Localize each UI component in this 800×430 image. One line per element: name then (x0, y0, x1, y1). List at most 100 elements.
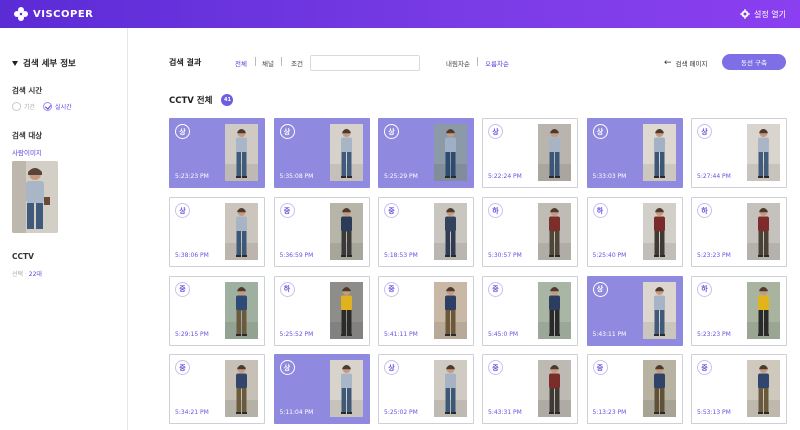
match-grade-badge: 상 (384, 124, 399, 139)
match-grade-badge: 중 (175, 281, 190, 297)
match-grade-badge: 중 (384, 203, 399, 218)
person-thumbnail (225, 281, 258, 339)
capture-time: 5:34:21 PM (175, 409, 209, 416)
capture-time: 5:25:02 PM (384, 409, 418, 416)
result-card[interactable]: 상 5:35:08 PM (273, 118, 370, 188)
person-thumbnail (642, 124, 676, 181)
result-card[interactable]: 상 5:22:24 PM (482, 118, 578, 188)
capture-time: 5:41:11 PM (384, 330, 418, 338)
result-card[interactable]: 하 5:25:52 PM (273, 275, 370, 346)
person-thumbnail (329, 281, 363, 339)
result-card[interactable]: 중 5:53:13 PM (691, 354, 787, 424)
cctv-selection-summary[interactable]: 선택 · 22대 (12, 269, 42, 278)
person-thumbnail (329, 203, 363, 260)
result-card[interactable]: 중 5:36:59 PM (273, 197, 370, 267)
divider (255, 57, 256, 66)
app-logo[interactable]: VISCOPER (14, 7, 93, 21)
person-thumbnail (225, 124, 258, 181)
capture-time: 5:45:0 PM (488, 330, 519, 338)
result-card[interactable]: 상 5:33:03 PM (586, 118, 683, 188)
match-grade-badge: 중 (488, 360, 503, 375)
cctv-count: 22대 (28, 271, 42, 278)
match-grade-badge: 상 (592, 124, 608, 139)
result-card[interactable]: 상 5:25:29 PM (378, 118, 474, 188)
person-thumbnail (747, 124, 780, 181)
result-card[interactable]: 상 5:11:04 PM (273, 354, 370, 424)
result-card[interactable]: 상 5:25:02 PM (378, 354, 474, 424)
radio-realtime[interactable]: 실시간 (43, 102, 72, 111)
result-card[interactable]: 중 5:18:53 PM (378, 197, 474, 267)
logo-text: VISCOPER (33, 8, 94, 20)
result-card[interactable]: 상 5:43:11 PM (586, 275, 683, 346)
person-thumbnail (642, 360, 676, 417)
person-thumbnail (538, 203, 571, 260)
match-grade-badge: 상 (592, 281, 608, 297)
result-card[interactable]: 상 5:27:44 PM (691, 118, 787, 188)
filter-channel[interactable]: 채널 (262, 58, 274, 68)
result-card[interactable]: 중 5:45:0 PM (482, 275, 578, 346)
person-thumbnail (434, 203, 467, 260)
search-time-radios: 기간 실시간 (12, 102, 72, 111)
settings-button[interactable]: 설정 열기 (740, 9, 786, 20)
capture-time: 5:23:23 PM (697, 252, 731, 259)
radio-period[interactable]: 기간 (12, 102, 35, 111)
settings-label: 설정 열기 (754, 9, 786, 19)
capture-time: 5:22:24 PM (488, 173, 522, 180)
build-route-button[interactable]: 동선 구축 (722, 54, 786, 70)
search-detail-sidebar: 검색 세부 정보 검색 시간 기간 실시간 검색 대상 사람이미지 CCTV 선… (0, 28, 128, 430)
result-card[interactable]: 중 5:34:21 PM (169, 354, 265, 424)
match-grade-badge: 중 (488, 281, 503, 297)
person-image-link[interactable]: 사람이미지 (12, 147, 42, 157)
result-card[interactable]: 중 5:13:23 PM (586, 354, 683, 424)
match-grade-badge: 상 (384, 360, 399, 375)
result-count-badge: 41 (221, 94, 234, 106)
condition-input[interactable] (310, 55, 420, 71)
match-grade-badge: 하 (592, 203, 608, 218)
sort-descending[interactable]: 내림차순 (446, 58, 470, 68)
results-title: 검색 결과 (169, 58, 202, 67)
capture-time: 5:25:40 PM (592, 252, 627, 259)
match-grade-badge: 상 (175, 124, 190, 139)
capture-time: 5:36:59 PM (279, 252, 314, 259)
gear-icon (740, 9, 750, 19)
target-person-image (12, 161, 58, 233)
person-thumbnail (747, 281, 780, 339)
result-card[interactable]: 하 5:23:23 PM (691, 197, 787, 267)
result-card[interactable]: 상 5:38:06 PM (169, 197, 265, 267)
result-card[interactable]: 중 5:41:11 PM (378, 275, 474, 346)
sort-ascending[interactable]: 오름차순 (485, 58, 509, 68)
result-card[interactable]: 하 5:25:40 PM (586, 197, 683, 267)
filter-condition[interactable]: 조건 (291, 58, 303, 68)
result-card[interactable]: 중 5:29:15 PM (169, 275, 265, 346)
result-card[interactable]: 하 5:23:23 PM (691, 275, 787, 346)
capture-time: 5:43:11 PM (592, 330, 627, 338)
result-card[interactable]: 상 5:23:23 PM (169, 118, 265, 188)
result-card[interactable]: 중 5:43:31 PM (482, 354, 578, 424)
results-toolbar: 검색 결과 전체 채널 조건 내림차순 오름차순 ← 검색 페이지 동선 구축 (169, 54, 789, 72)
match-grade-badge: 중 (384, 281, 399, 297)
divider (281, 57, 282, 66)
result-card[interactable]: 하 5:30:57 PM (482, 197, 578, 267)
cctv-all-heading: CCTV 전체 41 (169, 94, 234, 106)
capture-time: 5:11:04 PM (279, 409, 314, 416)
app-header: VISCOPER 설정 열기 (0, 0, 800, 28)
capture-time: 5:23:23 PM (697, 330, 731, 338)
person-thumbnail (642, 281, 676, 339)
capture-time: 5:38:06 PM (175, 252, 209, 259)
divider (477, 57, 478, 66)
match-grade-badge: 중 (697, 360, 712, 375)
match-grade-badge: 하 (279, 281, 295, 297)
person-thumbnail (747, 360, 780, 417)
match-grade-badge: 하 (697, 203, 712, 218)
back-to-search-button[interactable]: ← 검색 페이지 (664, 58, 708, 69)
person-thumbnail (538, 281, 571, 339)
match-grade-badge: 하 (488, 203, 503, 218)
capture-time: 5:13:23 PM (592, 409, 627, 416)
match-grade-badge: 상 (279, 124, 295, 139)
collapse-triangle-icon (12, 60, 18, 66)
capture-time: 5:35:08 PM (279, 173, 314, 180)
capture-time: 5:30:57 PM (488, 252, 522, 259)
search-target-label: 검색 대상 (12, 131, 43, 140)
filter-all[interactable]: 전체 (235, 58, 247, 68)
sidebar-title[interactable]: 검색 세부 정보 (12, 57, 76, 69)
